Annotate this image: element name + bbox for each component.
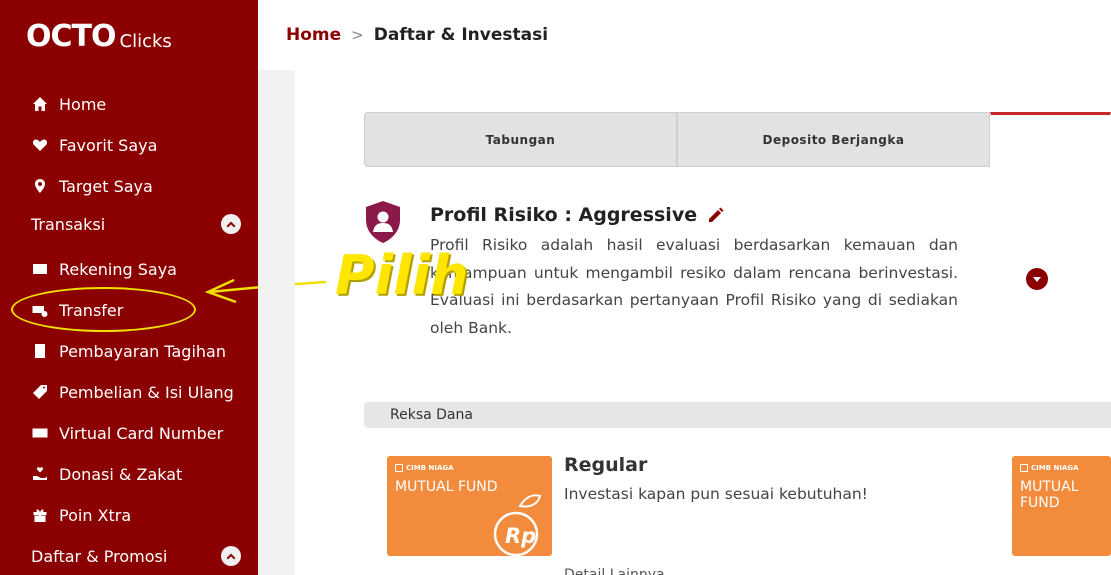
tabs: Tabungan Deposito Berjangka	[364, 112, 1111, 167]
sidebar-item-label: Favorit Saya	[59, 135, 158, 155]
section-label: Transaksi	[31, 214, 106, 234]
chevron-down-icon	[1033, 277, 1041, 282]
logo-main: OCTO	[26, 19, 116, 54]
risk-profile-title-text: Profil Risiko : Aggressive	[430, 204, 698, 226]
section-label: Daftar & Promosi	[31, 546, 168, 566]
brand-logo-icon	[1020, 464, 1028, 472]
bill-icon	[31, 342, 49, 360]
sidebar-item-label: Target Saya	[59, 176, 153, 196]
sidebar-item-pembelian[interactable]: Pembelian & Isi Ulang	[31, 380, 234, 404]
sidebar: OCTO Clicks Home Favorit Saya Target Say…	[0, 0, 258, 575]
sidebar-item-poin[interactable]: Poin Xtra	[31, 503, 131, 527]
sidebar-item-label: Virtual Card Number	[59, 423, 224, 443]
mutual-fund-card-2[interactable]: CIMB NIAGA MUTUAL FUND	[1012, 456, 1111, 556]
transfer-icon	[31, 301, 49, 319]
sidebar-item-label: Home	[59, 94, 107, 114]
fund-brand: CIMB NIAGA	[395, 464, 454, 472]
breadcrumb-current: Daftar & Investasi	[373, 25, 549, 45]
fund-brand: CIMB NIAGA	[1020, 464, 1079, 472]
logo[interactable]: OCTO Clicks	[26, 22, 172, 52]
heart-icon	[31, 136, 49, 154]
chevron-up-icon[interactable]	[221, 546, 241, 566]
sidebar-item-donasi[interactable]: Donasi & Zakat	[31, 462, 182, 486]
tab-tabungan[interactable]: Tabungan	[364, 112, 677, 167]
breadcrumb: Home > Daftar & Investasi	[286, 25, 548, 45]
sidebar-item-label: Donasi & Zakat	[59, 464, 183, 484]
shield-user-icon	[366, 201, 400, 243]
regular-title: Regular	[564, 454, 648, 476]
sidebar-item-label: Poin Xtra	[59, 505, 132, 525]
rupiah-fruit-icon: Rp	[493, 494, 542, 556]
content-shade	[258, 70, 295, 575]
edit-pencil-icon[interactable]	[707, 206, 725, 224]
reksa-dana-header: Reksa Dana	[364, 402, 1111, 428]
home-icon	[31, 95, 49, 113]
regular-detail-link[interactable]: Detail Lainnya	[564, 566, 665, 575]
donation-icon	[31, 465, 49, 483]
sidebar-item-transfer[interactable]: Transfer	[31, 298, 123, 322]
expand-button[interactable]	[1026, 268, 1048, 290]
sidebar-item-rekening[interactable]: Rekening Saya	[31, 257, 177, 281]
svg-text:Rp: Rp	[505, 524, 536, 548]
fund-label: MUTUAL FUND	[395, 479, 498, 495]
regular-description: Investasi kapan pun sesuai kebutuhan!	[564, 485, 868, 503]
breadcrumb-home[interactable]: Home	[286, 25, 341, 45]
sidebar-item-target[interactable]: Target Saya	[31, 174, 153, 198]
section-transaksi[interactable]: Transaksi	[31, 214, 241, 234]
sidebar-item-label: Pembelian & Isi Ulang	[59, 382, 234, 402]
logo-sub: Clicks	[119, 31, 172, 52]
sidebar-item-favorit[interactable]: Favorit Saya	[31, 133, 157, 157]
risk-profile-title: Profil Risiko : Aggressive	[430, 204, 725, 226]
tab-deposito[interactable]: Deposito Berjangka	[677, 112, 990, 167]
brand-logo-icon	[395, 464, 403, 472]
gift-icon	[31, 506, 49, 524]
fund-brand-text: CIMB NIAGA	[1031, 464, 1079, 472]
fund-brand-text: CIMB NIAGA	[406, 464, 454, 472]
sidebar-item-home[interactable]: Home	[31, 92, 106, 116]
sidebar-item-label: Pembayaran Tagihan	[59, 341, 226, 361]
tab-investasi-active[interactable]	[990, 112, 1111, 167]
fund-label: MUTUAL FUND	[1020, 479, 1079, 511]
mutual-fund-card[interactable]: CIMB NIAGA MUTUAL FUND Rp	[387, 456, 552, 556]
card-icon	[31, 260, 49, 278]
risk-profile-description: Profil Risiko adalah hasil evaluasi berd…	[430, 236, 958, 337]
sidebar-item-pembayaran[interactable]: Pembayaran Tagihan	[31, 339, 226, 363]
tag-icon	[31, 383, 49, 401]
breadcrumb-separator: >	[351, 26, 364, 44]
section-daftar[interactable]: Daftar & Promosi	[31, 546, 241, 566]
sidebar-item-vcn[interactable]: Virtual Card Number	[31, 421, 223, 445]
sidebar-item-label: Rekening Saya	[59, 259, 177, 279]
location-pin-icon	[31, 177, 49, 195]
chevron-up-icon[interactable]	[221, 214, 241, 234]
sidebar-item-label: Transfer	[59, 300, 124, 320]
vcn-icon	[31, 424, 49, 442]
